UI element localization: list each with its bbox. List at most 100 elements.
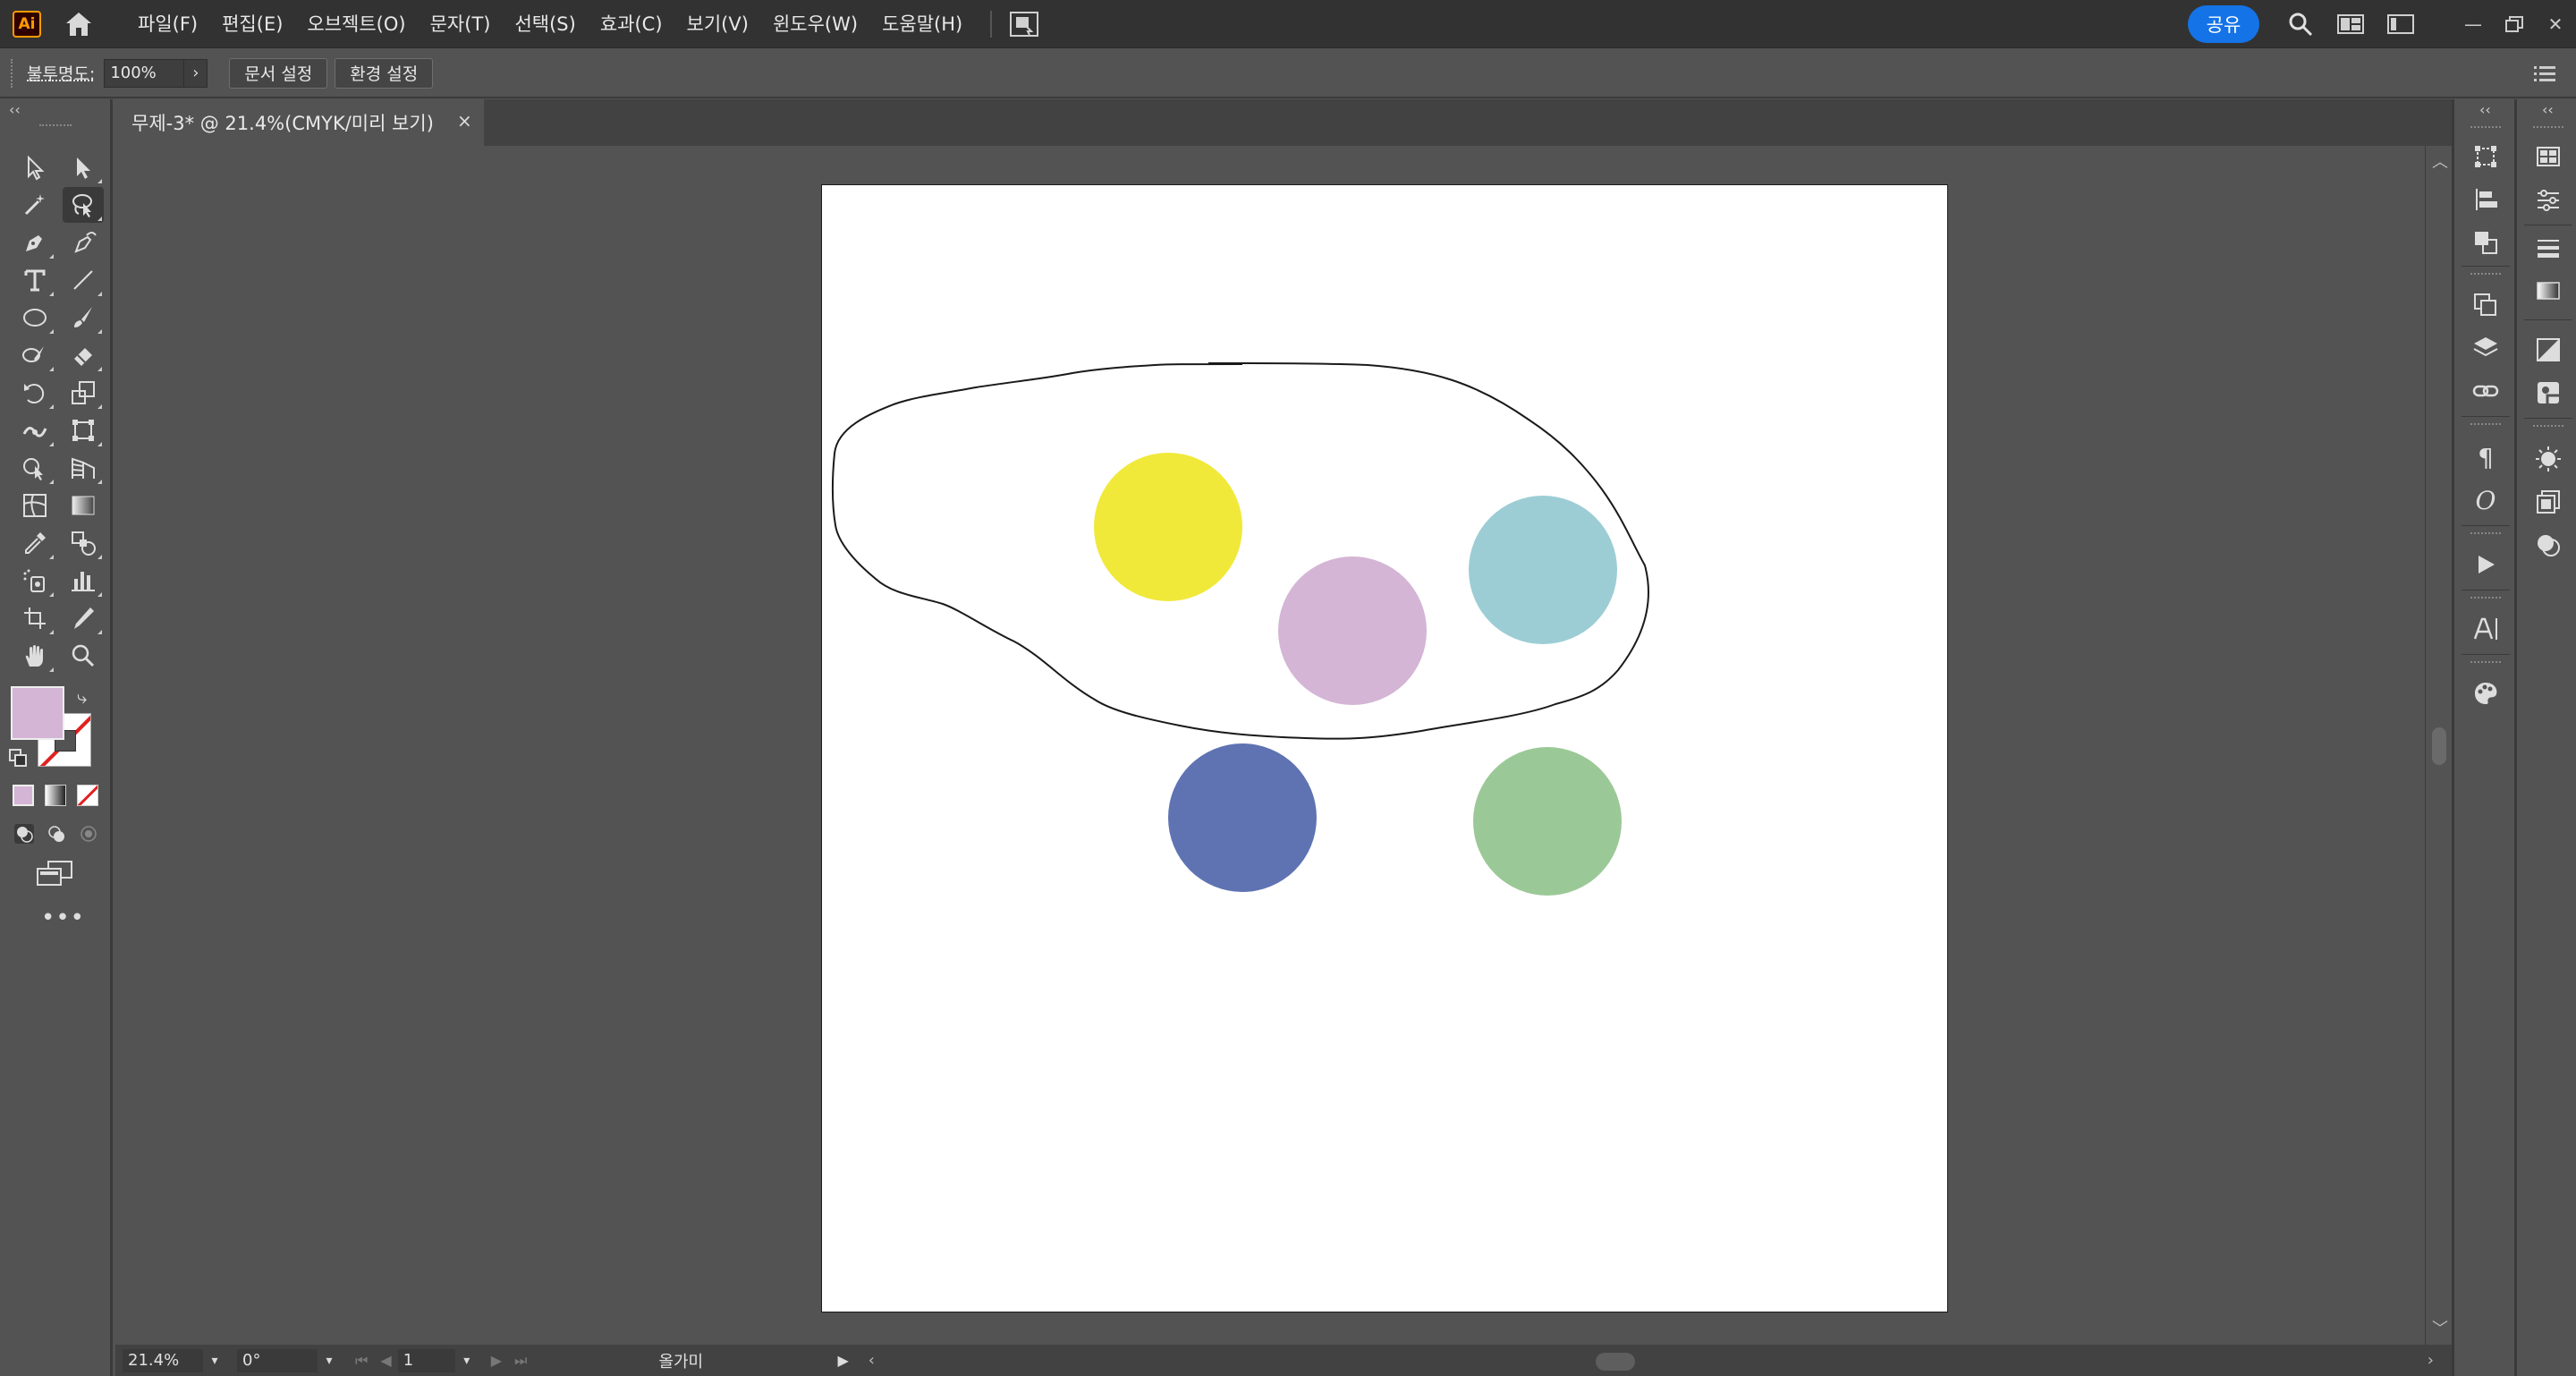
next-artboard-icon[interactable]: ▶ [491,1352,502,1369]
curvature-tool[interactable] [63,225,104,260]
gradient-panel-button[interactable] [2532,275,2564,307]
horizontal-scroll-thumb[interactable] [1595,1352,1635,1371]
mesh-tool[interactable] [14,488,55,523]
image-trace-panel-button[interactable] [2532,377,2564,409]
menu-view[interactable]: 보기(V) [687,0,749,48]
symbol-sprayer-tool[interactable] [14,563,55,599]
menu-select[interactable]: 선택(S) [514,0,575,48]
links-panel-button[interactable] [2470,375,2502,407]
scroll-up-icon[interactable]: ︿ [2432,149,2448,173]
panel-group-grip[interactable] [2533,425,2563,429]
blend-tool[interactable] [63,525,104,561]
arrange-documents-button[interactable] [1008,8,1040,40]
actions-panel-button[interactable] [2470,548,2502,581]
default-fill-stroke-icon[interactable] [9,749,27,767]
vertical-scroll-thumb[interactable] [2432,727,2446,765]
align-panel-button[interactable] [2470,183,2502,216]
last-artboard-icon[interactable]: ⏭ [514,1352,527,1370]
horizontal-scrollbar[interactable] [875,1349,2428,1372]
swatches-panel-button[interactable] [2532,140,2564,173]
control-bar-menu-button[interactable] [2531,60,2558,87]
eraser-tool[interactable] [63,337,104,373]
magic-wand-tool[interactable] [14,187,55,223]
share-button[interactable]: 공유 [2188,5,2259,43]
artboard[interactable] [821,184,1948,1312]
tools-panel-grip[interactable] [39,124,72,128]
panel-group-grip[interactable] [2470,661,2501,665]
lasso-tool[interactable] [63,187,104,223]
scroll-right-icon[interactable]: › [2428,1351,2434,1370]
artboard-number-field[interactable]: 1 [397,1348,455,1372]
rotate-tool[interactable] [14,375,55,411]
panel-layout-button[interactable] [2376,0,2426,48]
draw-normal-button[interactable] [13,822,36,845]
gradient-tool[interactable] [63,488,104,523]
graphic-styles-panel-button[interactable] [2532,486,2564,518]
indigo-circle[interactable] [1168,743,1317,892]
ellipse-tool[interactable] [14,300,55,336]
column-graph-tool[interactable] [63,563,104,599]
paragraph-panel-button[interactable]: ¶ [2470,441,2502,473]
panel-group-grip[interactable] [2470,423,2501,427]
zoom-dropdown-icon[interactable]: ▾ [203,1349,226,1372]
panel-group-grip[interactable] [2470,532,2501,536]
document-setup-button[interactable]: 문서 설정 [229,57,328,89]
stroke-panel-button[interactable] [2532,232,2564,264]
opacity-input[interactable]: 100% [104,58,185,88]
menu-help[interactable]: 도움말(H) [882,0,962,48]
artboards-panel-button[interactable] [2470,289,2502,321]
scale-tool[interactable] [63,375,104,411]
minimize-button[interactable]: — [2453,0,2494,48]
menu-effect[interactable]: 효과(C) [600,0,663,48]
restore-button[interactable] [2494,0,2535,48]
shaper-tool[interactable] [14,337,55,373]
selection-tool[interactable] [14,149,55,185]
color-mode-button[interactable] [13,785,34,806]
opacity-dropdown-button[interactable]: › [184,58,208,88]
swap-fill-stroke-icon[interactable]: ⤷ [77,686,87,708]
shape-builder-tool[interactable] [14,450,55,486]
menu-type[interactable]: 문자(T) [430,0,491,48]
hand-tool[interactable] [14,638,55,674]
artboard-tool[interactable] [14,600,55,636]
lilac-circle[interactable] [1278,556,1427,705]
draw-inside-button[interactable] [77,822,100,845]
light-blue-circle[interactable] [1469,496,1617,644]
gradient-mode-button[interactable] [45,785,66,806]
type-tool[interactable] [14,262,55,298]
workspace-switcher-button[interactable] [2326,0,2376,48]
status-menu-arrow-icon[interactable]: ▶ [837,1352,848,1369]
width-tool[interactable] [14,412,55,448]
yellow-circle[interactable] [1094,453,1242,601]
edit-toolbar-button[interactable]: ••• [41,905,85,931]
canvas-area[interactable] [115,146,2425,1345]
collapse-dock-icon[interactable]: ‹‹ [2542,101,2554,118]
previous-artboard-icon[interactable]: ◀ [380,1352,391,1369]
transform-panel-button[interactable] [2470,140,2502,173]
free-transform-tool[interactable] [63,412,104,448]
screen-mode-icon[interactable] [36,860,73,888]
first-artboard-icon[interactable]: ⏮ [355,1352,368,1370]
rotation-dropdown-icon[interactable]: ▾ [318,1349,341,1372]
direct-selection-tool[interactable] [63,149,104,185]
close-tab-icon[interactable]: × [457,110,472,132]
collapse-dock-icon[interactable]: ‹‹ [2479,101,2491,118]
preferences-button[interactable]: 환경 설정 [335,57,434,89]
layers-panel-button[interactable] [2470,332,2502,364]
document-tab[interactable]: 무제-3* @ 21.4%(CMYK/미리 보기) [115,99,484,146]
symbols-panel-button[interactable] [2532,529,2564,561]
menu-window[interactable]: 윈도우(W) [773,0,858,48]
vertical-scrollbar[interactable]: ︿ ﹀ [2425,146,2452,1345]
line-segment-tool[interactable] [63,262,104,298]
green-circle[interactable] [1473,747,1622,896]
menu-object[interactable]: 오브젝트(O) [307,0,405,48]
home-button[interactable] [55,0,102,48]
panel-group-grip[interactable] [2470,597,2501,600]
scroll-left-icon[interactable]: ‹ [869,1351,875,1370]
scroll-down-icon[interactable]: ﹀ [2432,1316,2448,1339]
panel-group-grip[interactable] [2470,126,2501,130]
search-button[interactable] [2275,0,2326,48]
fill-swatch[interactable] [11,686,64,740]
panel-group-grip[interactable] [2533,126,2563,130]
menu-file[interactable]: 파일(F) [138,0,198,48]
